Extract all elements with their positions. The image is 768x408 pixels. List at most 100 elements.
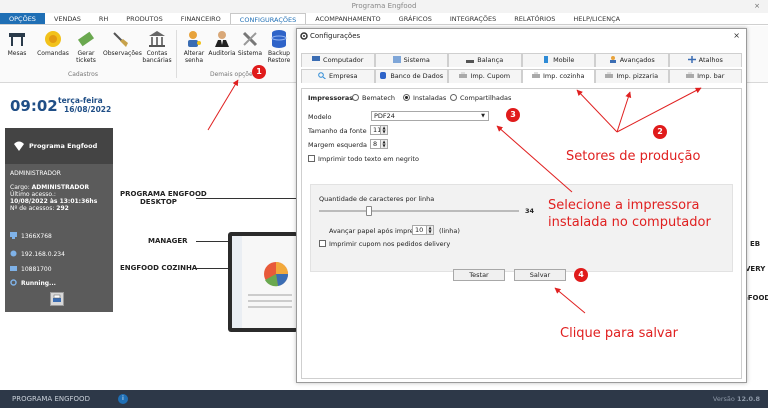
broom-icon — [113, 32, 128, 47]
ribbon-label: Gerar tickets — [76, 50, 96, 64]
info-icon[interactable]: i — [118, 394, 128, 404]
version: Versão 12.0.8 — [713, 395, 760, 403]
bold-checkbox[interactable]: Imprimir todo texto em negrito — [308, 155, 419, 163]
menu-bar: OPÇÕES VENDAS RH PRODUTOS FINANCEIRO CON… — [0, 13, 768, 25]
checkbox-box — [308, 155, 315, 162]
date-value: 16/08/2022 — [64, 105, 112, 114]
status-value: Running... — [21, 280, 56, 287]
radio-instaladas[interactable]: Instaladas — [403, 94, 446, 102]
serial-value: 10881700 — [21, 266, 52, 273]
window-titlebar: Programa Engfood × — [0, 0, 768, 13]
clock-time: 09:02 — [10, 97, 58, 115]
spinner-arrows-icon[interactable]: ▲ ▼ — [380, 140, 387, 148]
menu-relatorios[interactable]: RELATÓRIOS — [505, 13, 564, 24]
ribbon-button-comandas[interactable]: Comandas — [36, 29, 70, 58]
label-desktop-line2: DESKTOP — [140, 198, 177, 206]
tab-label: Atalhos — [698, 56, 723, 64]
network-icon — [10, 250, 17, 257]
tab-imp-pizzaria[interactable]: Imp. pizzaria — [595, 69, 669, 83]
delivery-checkbox[interactable]: Imprimir cupom nos pedidos delivery — [319, 240, 450, 248]
ribbon-button-mesas[interactable]: Mesas — [0, 29, 34, 58]
label-right-2: VERY — [745, 265, 766, 273]
card-icon — [10, 266, 17, 271]
chars-slider-knob[interactable] — [366, 206, 372, 216]
save-button[interactable]: Salvar — [514, 269, 566, 281]
access-count-value: 292 — [56, 205, 69, 212]
tab-balanca[interactable]: Balança — [448, 53, 522, 67]
font-size-spinner[interactable]: 11 ▲ ▼ — [370, 125, 388, 135]
radio-compartilhadas[interactable]: Compartilhadas — [450, 94, 511, 102]
tools-icon — [242, 31, 258, 47]
ribbon-button-contas-bancarias[interactable]: Contas bancárias — [140, 29, 174, 64]
tab-label: Mobile — [553, 56, 575, 64]
status-bar: PROGRAMA ENGFOOD i Versão 12.0.8 — [0, 390, 768, 408]
tab-label: Computador — [323, 56, 364, 64]
brand-logo-icon — [14, 141, 24, 151]
tab-computador[interactable]: Computador — [301, 53, 375, 67]
menu-integracoes[interactable]: INTEGRAÇÕES — [441, 13, 505, 24]
tab-empresa[interactable]: Empresa — [301, 69, 375, 83]
menu-configuracoes[interactable]: CONFIGURAÇÕES — [229, 13, 307, 24]
tab-label: Sistema — [403, 56, 430, 64]
ticket-icon — [77, 31, 95, 47]
label-right-1: EB — [750, 240, 761, 248]
tab-label: Balança — [477, 56, 504, 64]
menu-opcoes[interactable]: OPÇÕES — [0, 13, 45, 24]
tab-mobile[interactable]: Mobile — [521, 53, 595, 67]
left-margin-value: 8 — [373, 140, 378, 148]
tab-imp-cupom[interactable]: Imp. Cupom — [448, 69, 522, 83]
tab-atalhos[interactable]: Atalhos — [668, 53, 742, 67]
menu-financeiro[interactable]: FINANCEIRO — [172, 13, 230, 24]
ribbon-label: Observações — [103, 50, 142, 57]
printer-button[interactable] — [50, 292, 64, 306]
menu-help-licenca[interactable]: HELP/LICENÇA — [564, 13, 629, 24]
left-margin-spinner[interactable]: 8 ▲ ▼ — [370, 139, 388, 149]
connector-line — [196, 198, 296, 199]
menu-vendas[interactable]: VENDAS — [45, 13, 90, 24]
last-access-value: 10/08/2022 às 13:01:36hs — [10, 198, 97, 205]
auditor-icon — [215, 31, 229, 47]
bold-label: Imprimir todo texto em negrito — [318, 155, 419, 163]
dialog-close-button[interactable]: × — [733, 29, 740, 43]
tab-sistema[interactable]: Sistema — [374, 53, 448, 67]
advance-unit: (linha) — [439, 227, 460, 235]
ribbon-button-observacoes[interactable]: Observações — [103, 29, 142, 58]
delivery-label: Imprimir cupom nos pedidos delivery — [329, 240, 451, 248]
spinner-arrows-icon[interactable]: ▲ ▼ — [426, 226, 433, 234]
printers-label: Impressoras — [308, 94, 354, 102]
left-margin-label: Margem esquerda — [308, 141, 367, 149]
radio-bematech[interactable]: Bematech — [352, 94, 395, 102]
ribbon-label: Alterar senha — [183, 50, 205, 64]
window-close-button[interactable]: × — [754, 0, 760, 13]
database-icon — [380, 72, 387, 79]
test-button[interactable]: Testar — [453, 269, 505, 281]
tab-banco-de-dados[interactable]: Banco de Dados — [374, 69, 448, 83]
menu-acompanhamento[interactable]: ACOMPANHAMENTO — [306, 13, 389, 24]
spinner-arrows-icon[interactable]: ▲ ▼ — [380, 126, 387, 134]
ribbon-button-gerar-tickets[interactable]: Gerar tickets — [69, 29, 103, 64]
annotation-select-printer: Selecione a impressora instalada no comp… — [548, 197, 711, 231]
tab-imp-bar[interactable]: Imp. bar — [668, 69, 742, 83]
annotation-select-printer-line2: instalada no computador — [548, 215, 711, 230]
advance-spinner[interactable]: 10 ▲ ▼ — [412, 225, 434, 235]
tab-label: Imp. Cupom — [470, 72, 511, 80]
printer-icon — [686, 72, 695, 78]
version-label: Versão — [712, 395, 735, 403]
database-icon — [271, 30, 287, 48]
monitor-icon — [10, 232, 17, 239]
menu-produtos[interactable]: PRODUTOS — [117, 13, 172, 24]
model-select[interactable]: PDF24 ▼ — [371, 111, 489, 121]
ribbon-label: Contas bancárias — [142, 50, 172, 64]
radio-label: Bematech — [362, 94, 396, 102]
radio-circle-selected — [403, 94, 410, 101]
tab-avancados[interactable]: Avançados — [595, 53, 669, 67]
tab-imp-cozinha[interactable]: Imp. cozinha — [521, 69, 595, 83]
model-label: Modelo — [308, 113, 332, 121]
menu-graficos[interactable]: GRÁFICOS — [390, 13, 441, 24]
menu-rh[interactable]: RH — [90, 13, 117, 24]
tab-label: Imp. bar — [697, 72, 725, 80]
ribbon-button-backup-restore[interactable]: Backup Restore — [262, 29, 296, 64]
chars-slider-track[interactable] — [319, 210, 519, 212]
shortcut-icon — [687, 56, 696, 63]
printer-icon — [532, 72, 540, 78]
